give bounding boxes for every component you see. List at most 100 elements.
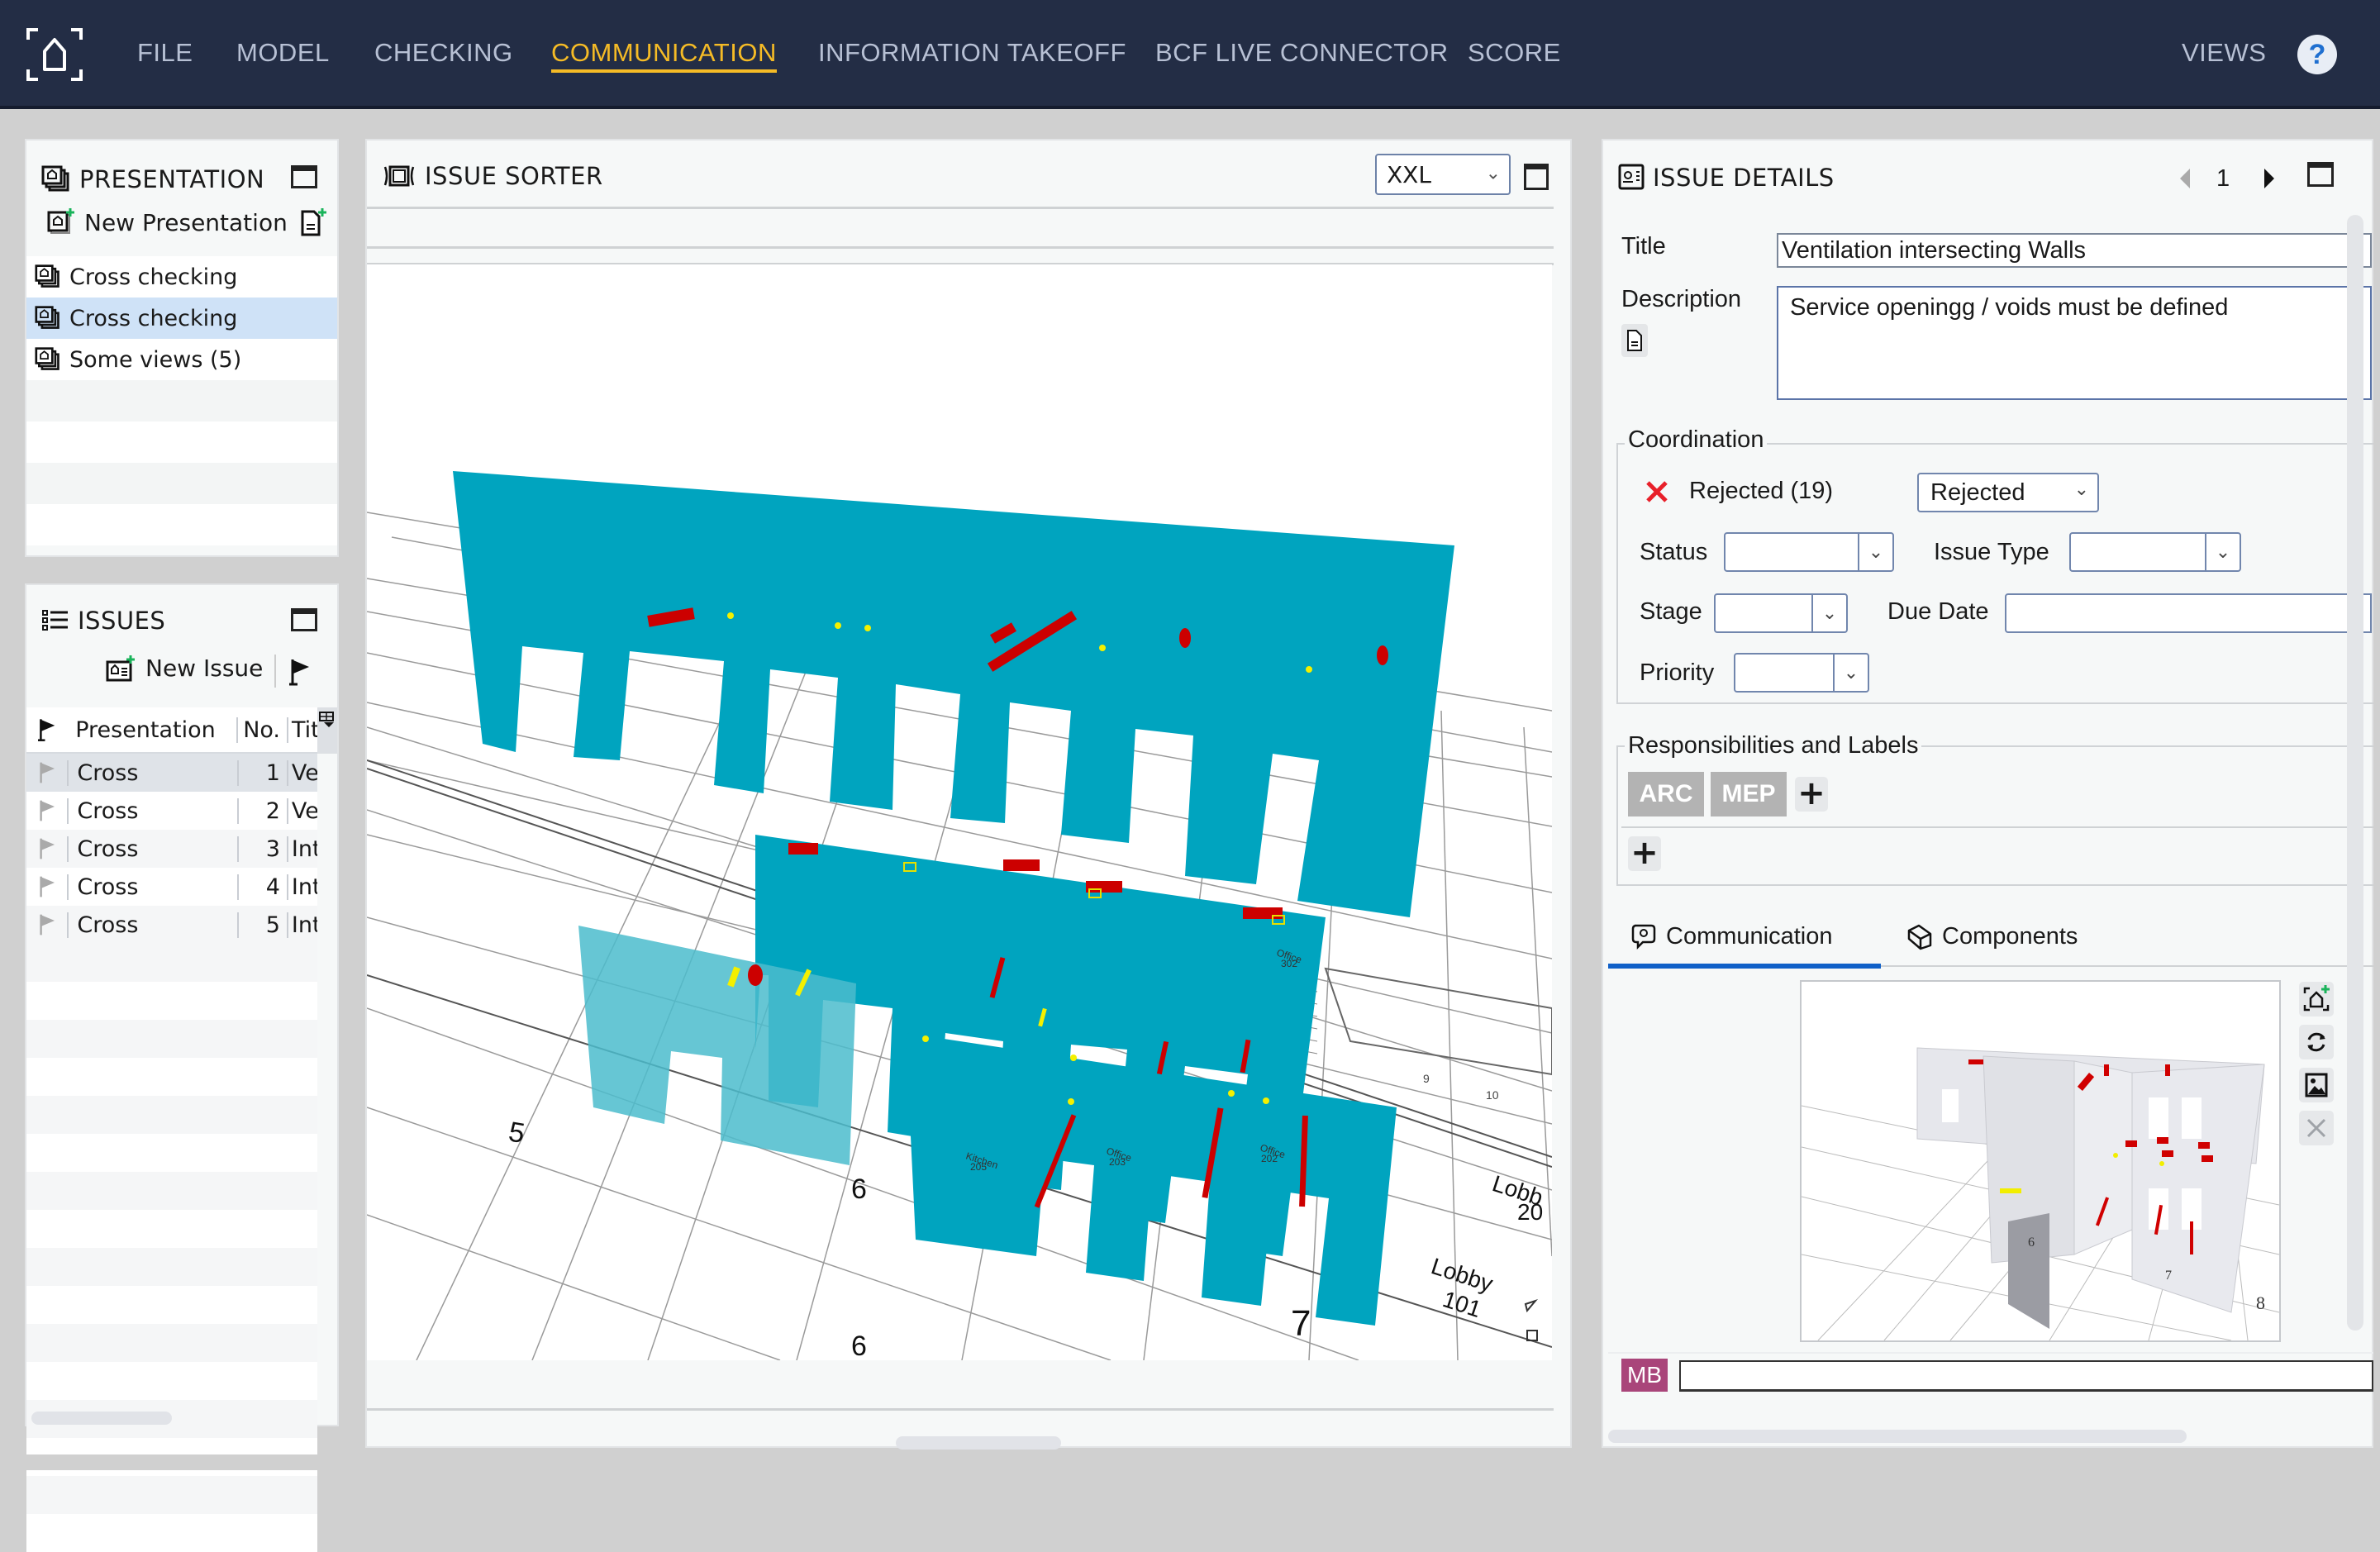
issue-details-header: ISSUE DETAILS <box>1618 164 1835 192</box>
size-select[interactable]: XXL ⌄ <box>1375 154 1511 195</box>
flag-icon[interactable] <box>38 875 56 898</box>
document-icon <box>1627 330 1642 351</box>
flag-icon[interactable] <box>38 761 56 784</box>
table-row[interactable]: Cross 5 Int <box>26 906 317 944</box>
help-button[interactable]: ? <box>2297 35 2337 74</box>
maximize-panel-icon[interactable] <box>2307 162 2334 187</box>
vertical-scrollbar[interactable] <box>2347 215 2363 1331</box>
description-template-button[interactable] <box>1621 324 1648 357</box>
priority-label: Priority <box>1640 659 1715 686</box>
new-document-icon[interactable] <box>299 208 329 238</box>
menu-file[interactable]: FILE <box>137 38 193 68</box>
chevron-down-icon: ⌄ <box>2205 534 2240 570</box>
menu-model[interactable]: MODEL <box>236 38 330 68</box>
divider <box>1608 1352 2373 1354</box>
empty-row <box>26 1134 317 1172</box>
wall-back <box>453 471 1454 917</box>
empty-row <box>26 1324 317 1362</box>
menu-score[interactable]: SCORE <box>1468 38 1561 68</box>
menu-information-takeoff[interactable]: INFORMATION TAKEOFF <box>818 38 1126 68</box>
state-select[interactable]: Rejected ⌄ <box>1917 473 2099 512</box>
cell-presentation: Cross <box>67 912 237 938</box>
new-presentation-button[interactable]: New Presentation <box>46 208 288 236</box>
table-row[interactable]: Cross 3 Int <box>26 830 317 868</box>
add-responsibility-button[interactable]: + <box>1795 777 1828 812</box>
column-header-title[interactable]: Tit <box>287 716 317 743</box>
viewpoint-snapshot[interactable]: 6 7 8 <box>1800 980 2281 1342</box>
tab-components[interactable]: Components <box>1906 922 2078 950</box>
issue-sorter-title: ISSUE SORTER <box>425 162 603 190</box>
responsibility-tag[interactable]: ARC <box>1628 772 1704 816</box>
presentation-panel: PRESENTATION New Presentation Cross chec… <box>25 139 339 557</box>
divider <box>367 207 1554 246</box>
chevron-down-icon: ⌄ <box>1811 595 1846 631</box>
empty-row <box>26 504 337 545</box>
table-row[interactable]: Cross 1 Ve <box>26 754 317 792</box>
add-viewpoint-button[interactable] <box>2299 982 2334 1016</box>
view-triangle-icon <box>1524 1298 1539 1313</box>
add-label-button[interactable]: + <box>1628 836 1661 871</box>
flag-icon[interactable] <box>38 913 56 936</box>
presentation-item[interactable]: Some views (5) <box>26 339 337 380</box>
empty-row <box>26 982 317 1020</box>
attach-image-button[interactable] <box>2299 1068 2334 1102</box>
next-issue-icon[interactable] <box>2263 167 2276 190</box>
issue-type-select[interactable]: ⌄ <box>2069 532 2241 572</box>
priority-select[interactable]: ⌄ <box>1734 653 1869 693</box>
grid-label: 7 <box>1291 1303 1311 1344</box>
comment-input[interactable] <box>1679 1360 2373 1392</box>
tab-communication-label: Communication <box>1666 922 1833 950</box>
flag-column-header[interactable] <box>26 717 67 742</box>
column-header-presentation[interactable]: Presentation <box>67 717 236 743</box>
table-row[interactable]: Cross 2 Ve <box>26 792 317 830</box>
maximize-panel-icon[interactable] <box>291 608 317 631</box>
size-select-value: XXL <box>1387 160 1431 188</box>
3d-model-viewport[interactable]: 5 6 5 6 7 Lobby 101 Lobb 20 Kitchen 205 … <box>367 264 1552 1360</box>
refresh-viewpoint-button[interactable] <box>2299 1025 2334 1059</box>
horizontal-scrollbar[interactable] <box>1608 1430 2187 1443</box>
menu-communication[interactable]: COMMUNICATION <box>551 38 777 73</box>
maximize-panel-icon[interactable] <box>1524 164 1549 190</box>
new-issue-button[interactable]: New Issue <box>106 655 263 682</box>
column-header-no[interactable]: No. <box>236 716 287 743</box>
presentation-item[interactable]: Cross checking <box>26 298 337 339</box>
empty-row <box>26 1362 317 1400</box>
horizontal-scrollbar[interactable] <box>896 1436 1061 1450</box>
home-logo-icon[interactable] <box>25 25 84 84</box>
remove-viewpoint-button[interactable] <box>2299 1111 2334 1145</box>
maximize-panel-icon[interactable] <box>291 165 317 188</box>
room-label: 202 <box>1261 1153 1278 1164</box>
description-textarea[interactable]: Service openingg / voids must be defined <box>1777 286 2372 400</box>
grid-label: 9 <box>1423 1072 1430 1085</box>
previous-issue-icon[interactable] <box>2178 167 2192 190</box>
sorter-bands <box>367 207 1554 265</box>
active-tab-indicator <box>1608 964 1881 969</box>
view-cube-controls <box>1524 1298 1539 1341</box>
rejected-x-icon <box>1646 481 1668 502</box>
menu-views[interactable]: VIEWS <box>2182 38 2266 68</box>
cell-no: 4 <box>237 874 286 900</box>
title-input[interactable]: Ventilation intersecting Walls <box>1777 233 2372 268</box>
horizontal-scrollbar[interactable] <box>31 1412 172 1425</box>
table-row[interactable]: Cross 4 Int <box>26 868 317 906</box>
new-issue-icon <box>106 655 135 681</box>
stage-select[interactable]: ⌄ <box>1714 593 1848 633</box>
due-date-input[interactable] <box>2005 593 2372 633</box>
menu-bcf-live-connector[interactable]: BCF LIVE CONNECTOR <box>1155 38 1449 68</box>
communication-icon <box>1631 924 1656 950</box>
issues-panel: ISSUES New Issue Presentation No. Tit Cr… <box>25 583 339 1552</box>
coordination-legend: Coordination <box>1625 426 1768 454</box>
flag-icon[interactable] <box>38 799 56 822</box>
status-select[interactable]: ⌄ <box>1724 532 1894 572</box>
responsibility-tag[interactable]: MEP <box>1711 772 1787 816</box>
menu-checking[interactable]: CHECKING <box>374 38 513 68</box>
flag-filter-icon[interactable] <box>289 658 311 686</box>
presentation-item[interactable]: Cross checking <box>26 256 337 298</box>
column-chooser-icon[interactable] <box>317 707 337 754</box>
flag-icon[interactable] <box>38 837 56 860</box>
empty-row <box>26 1248 317 1286</box>
components-cube-icon <box>1907 924 1932 950</box>
presentation-stack-icon <box>35 347 60 370</box>
empty-row <box>26 380 337 421</box>
tab-communication[interactable]: Communication <box>1630 922 1832 950</box>
